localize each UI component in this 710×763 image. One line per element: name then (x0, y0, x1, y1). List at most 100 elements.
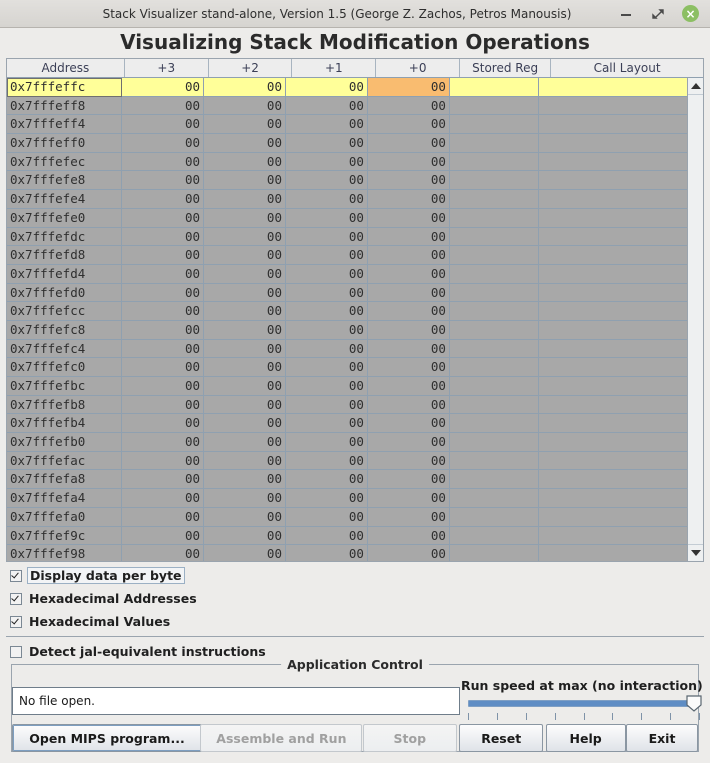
option-row-hexadecimal-addresses[interactable]: Hexadecimal Addresses (6, 587, 704, 610)
table-row[interactable]: 0x7fffefa0 00 00 00 00 (7, 507, 687, 527)
column-header-stored-reg[interactable]: Stored Reg (460, 59, 552, 77)
cell-address[interactable]: 0x7fffefd4 (7, 264, 123, 284)
table-row[interactable]: 0x7fffefd4 00 00 00 00 (7, 264, 687, 284)
checkbox-icon[interactable] (10, 645, 22, 658)
cell-stored-reg[interactable] (449, 470, 540, 490)
table-row[interactable]: 0x7fffef98 00 00 00 00 (7, 545, 687, 561)
cell-address[interactable]: 0x7fffefd8 (7, 246, 123, 265)
cell-call-layout[interactable] (539, 208, 687, 228)
cell-address[interactable]: 0x7fffefe8 (7, 171, 123, 191)
table-row[interactable]: 0x7fffefbc 00 00 00 00 (7, 377, 687, 396)
cell-b3[interactable]: 00 (122, 451, 204, 471)
cell-b3[interactable]: 00 (122, 377, 204, 396)
cell-b1[interactable]: 00 (285, 507, 368, 527)
cell-b3[interactable]: 00 (122, 96, 204, 116)
cell-b2[interactable]: 00 (204, 152, 286, 172)
close-icon[interactable]: × (682, 5, 699, 22)
cell-b2[interactable]: 00 (204, 302, 286, 321)
cell-b3[interactable]: 00 (122, 320, 204, 340)
cell-b2[interactable]: 00 (204, 190, 286, 209)
table-row[interactable]: 0x7fffefd8 00 00 00 00 (7, 246, 687, 265)
cell-address[interactable]: 0x7fffeffc (7, 78, 123, 97)
open-mips-program-button[interactable]: Open MIPS program... (12, 724, 202, 752)
table-row[interactable]: 0x7fffefdc 00 00 00 00 (7, 227, 687, 247)
table-row[interactable]: 0x7fffeffc 00 00 00 00 (7, 78, 687, 97)
cell-stored-reg[interactable] (449, 283, 540, 303)
cell-call-layout[interactable] (539, 283, 687, 303)
cell-stored-reg[interactable] (449, 264, 540, 284)
cell-b2[interactable]: 00 (204, 78, 286, 97)
cell-b3[interactable]: 00 (122, 507, 204, 527)
cell-b0[interactable]: 00 (367, 302, 450, 321)
cell-address[interactable]: 0x7fffeff8 (7, 96, 123, 116)
cell-b0[interactable]: 00 (367, 395, 450, 415)
cell-stored-reg[interactable] (449, 302, 540, 321)
cell-b2[interactable]: 00 (204, 451, 286, 471)
column-header-call-layout[interactable]: Call Layout (551, 59, 703, 77)
cell-address[interactable]: 0x7fffefa8 (7, 470, 123, 490)
minimize-icon[interactable] (618, 6, 634, 22)
cell-call-layout[interactable] (539, 451, 687, 471)
cell-call-layout[interactable] (539, 470, 687, 490)
cell-address[interactable]: 0x7fffefb0 (7, 433, 123, 452)
table-body[interactable]: 0x7fffeffc 00 00 00 00 0x7fffeff8 00 00 00 00 0x7f… (7, 78, 687, 561)
cell-b1[interactable]: 00 (285, 377, 368, 396)
cell-call-layout[interactable] (539, 507, 687, 527)
cell-b2[interactable]: 00 (204, 526, 286, 546)
cell-address[interactable]: 0x7fffefa0 (7, 507, 123, 527)
cell-b0[interactable]: 00 (367, 470, 450, 490)
cell-b3[interactable]: 00 (122, 78, 204, 97)
cell-call-layout[interactable] (539, 526, 687, 546)
cell-call-layout[interactable] (539, 227, 687, 247)
cell-b1[interactable]: 00 (285, 264, 368, 284)
cell-address[interactable]: 0x7fffefcc (7, 302, 123, 321)
cell-address[interactable]: 0x7fffef9c (7, 526, 123, 546)
cell-stored-reg[interactable] (449, 78, 540, 97)
cell-call-layout[interactable] (539, 545, 687, 561)
cell-call-layout[interactable] (539, 134, 687, 153)
cell-call-layout[interactable] (539, 78, 687, 97)
cell-b1[interactable]: 00 (285, 302, 368, 321)
cell-b1[interactable]: 00 (285, 433, 368, 452)
cell-b0[interactable]: 00 (367, 507, 450, 527)
table-row[interactable]: 0x7fffefe0 00 00 00 00 (7, 208, 687, 228)
cell-b1[interactable]: 00 (285, 115, 368, 135)
cell-call-layout[interactable] (539, 190, 687, 209)
cell-address[interactable]: 0x7fffefe4 (7, 190, 123, 209)
column-header-0[interactable]: +0 (376, 59, 461, 77)
cell-b0[interactable]: 00 (367, 96, 450, 116)
cell-b2[interactable]: 00 (204, 358, 286, 377)
cell-b1[interactable]: 00 (285, 134, 368, 153)
cell-stored-reg[interactable] (449, 377, 540, 396)
cell-b3[interactable]: 00 (122, 395, 204, 415)
cell-b1[interactable]: 00 (285, 78, 368, 97)
cell-b2[interactable]: 00 (204, 377, 286, 396)
cell-b1[interactable]: 00 (285, 339, 368, 359)
table-row[interactable]: 0x7fffefe4 00 00 00 00 (7, 190, 687, 209)
cell-b2[interactable]: 00 (204, 227, 286, 247)
cell-b1[interactable]: 00 (285, 451, 368, 471)
column-header-1[interactable]: +1 (292, 59, 377, 77)
cell-b1[interactable]: 00 (285, 395, 368, 415)
table-row[interactable]: 0x7fffeff4 00 00 00 00 (7, 115, 687, 135)
slider-track[interactable] (468, 700, 700, 707)
cell-b2[interactable]: 00 (204, 171, 286, 191)
table-row[interactable]: 0x7fffefc0 00 00 00 00 (7, 358, 687, 377)
table-row[interactable]: 0x7fffefac 00 00 00 00 (7, 451, 687, 471)
column-header-2[interactable]: +2 (208, 59, 293, 77)
file-path-field[interactable]: No file open. (12, 687, 460, 715)
cell-address[interactable]: 0x7fffefb8 (7, 395, 123, 415)
cell-address[interactable]: 0x7fffefc0 (7, 358, 123, 377)
cell-stored-reg[interactable] (449, 152, 540, 172)
cell-call-layout[interactable] (539, 414, 687, 434)
cell-b3[interactable]: 00 (122, 358, 204, 377)
cell-stored-reg[interactable] (449, 320, 540, 340)
cell-b1[interactable]: 00 (285, 190, 368, 209)
cell-b1[interactable]: 00 (285, 152, 368, 172)
reset-button[interactable]: Reset (459, 724, 544, 752)
cell-b0[interactable]: 00 (367, 414, 450, 434)
cell-b0[interactable]: 00 (367, 264, 450, 284)
cell-address[interactable]: 0x7fffefc4 (7, 339, 123, 359)
cell-call-layout[interactable] (539, 395, 687, 415)
cell-b1[interactable]: 00 (285, 283, 368, 303)
